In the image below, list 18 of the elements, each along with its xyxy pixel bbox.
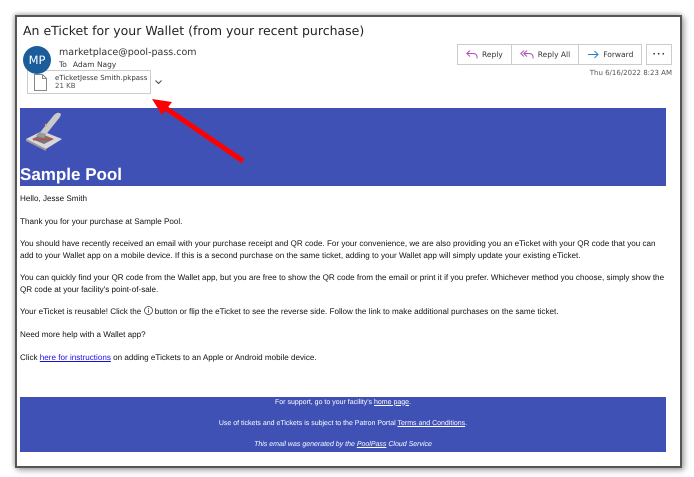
file-icon xyxy=(34,74,47,90)
reply-all-icon xyxy=(520,50,534,59)
paragraph: You should have recently received an email with your purchase receipt and QR code. For your convenience, we are also providing you an eTicket with your QR code that you can add to your Wallet app on a mobile device. If this is a second purchase on the same ticket, adding to your Wallet app will simply update your existing eTicket. xyxy=(20,238,657,261)
pool-name: Sample Pool xyxy=(20,165,124,185)
paragraph: Thank you for your purchase at Sample Pool. xyxy=(20,216,184,227)
link[interactable]: here for instructions xyxy=(40,352,111,362)
reply-icon xyxy=(466,50,478,59)
paragraph: Click here for instructions on adding eTickets to an Apple or Android mobile device. xyxy=(20,352,318,363)
paragraph: You can quickly find your QR code from the Wallet app, but you are free to show the QR code from the email or print it if you prefer. Whichever method you choose, simply show the QR code at your facility's point-of-sale. xyxy=(20,272,666,295)
paragraph: Your eTicket is reusable! Click the button or flip the eTicket to see the reverse side. Follow the link to make additional purchases on the same ticket. xyxy=(20,306,560,318)
info-icon xyxy=(144,306,153,316)
forward-arrow-icon xyxy=(587,50,600,59)
chevron-icon[interactable] xyxy=(155,80,162,84)
sender-address: marketplace@pool-pass.com xyxy=(59,47,197,58)
paragraph: Need more help with a Wallet app? xyxy=(20,328,147,340)
paragraph: Hello, Jesse Smith xyxy=(20,193,88,204)
email-subject: An eTicket for your Wallet (from your recent purchase) xyxy=(23,23,366,38)
sender-avatar: MP xyxy=(23,46,51,74)
